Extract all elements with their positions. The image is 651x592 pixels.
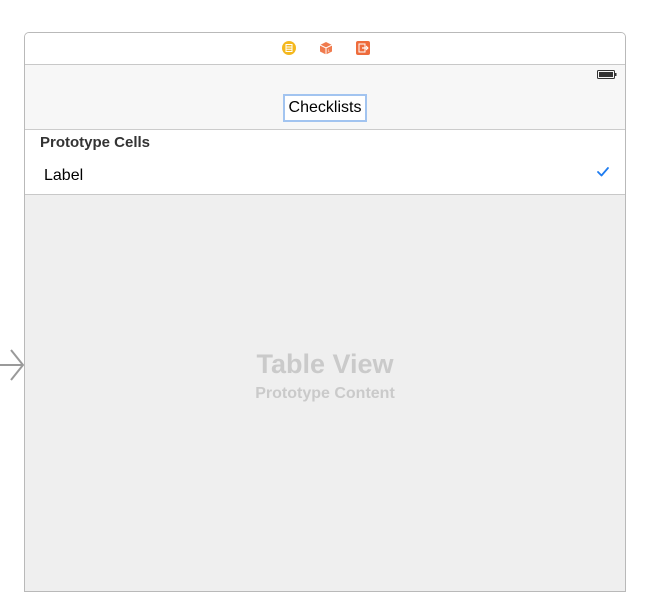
view-controller-icon[interactable]	[282, 41, 296, 55]
storyboard-entry-arrow-icon[interactable]	[0, 346, 26, 384]
table-view-placeholder-subtitle: Prototype Content	[255, 385, 395, 402]
first-responder-icon[interactable]: 1	[319, 41, 333, 55]
cell-label[interactable]: Label	[44, 167, 83, 185]
status-bar	[25, 65, 625, 85]
prototype-cell[interactable]: Label	[25, 158, 625, 194]
table-section: Prototype Cells Label	[25, 130, 625, 195]
table-view-placeholder-title: Table View	[256, 349, 394, 379]
battery-icon	[597, 70, 617, 79]
checkmark-icon	[597, 167, 609, 177]
exit-icon[interactable]	[356, 41, 370, 55]
section-header: Prototype Cells	[40, 134, 151, 151]
navigation-title[interactable]: Checklists	[283, 94, 367, 122]
scene-dock: 1	[25, 33, 625, 65]
view-controller-scene[interactable]: 1 Checklists Prototype Cells Label Table…	[24, 32, 626, 592]
navigation-bar[interactable]: Checklists	[25, 85, 625, 130]
